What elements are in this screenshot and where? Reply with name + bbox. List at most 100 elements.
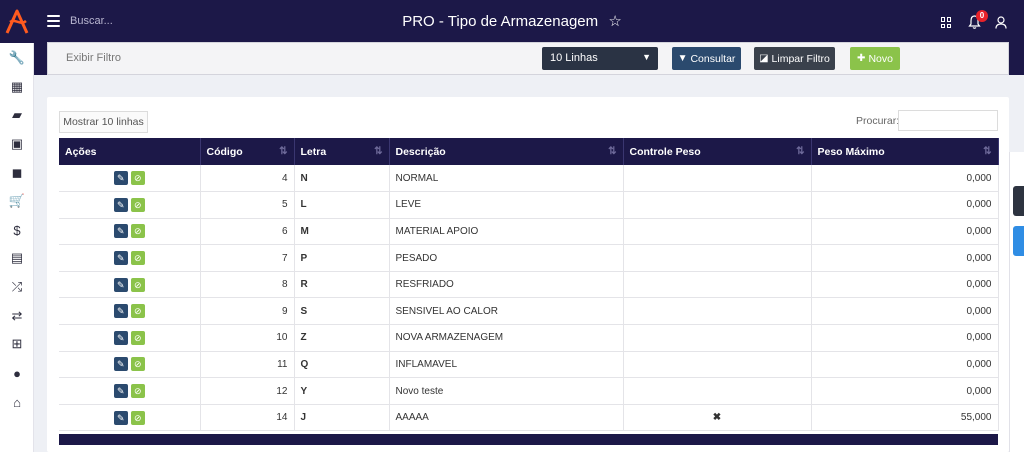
money-icon[interactable]: ▣	[6, 135, 28, 153]
table-row[interactable]: ✎ ⊘ 9 S SENSIVEL AO CALOR 0,000	[59, 297, 999, 326]
table-row[interactable]: ✎ ⊘ 8 R RESFRIADO 0,000	[59, 271, 999, 299]
basket-icon[interactable]: ⊞	[6, 335, 28, 353]
menu-toggle-icon[interactable]	[47, 15, 60, 27]
column-header-peso-maximo[interactable]: Peso Máximo ⇅	[811, 138, 999, 165]
cart-icon[interactable]: 🛒	[6, 192, 28, 210]
row-actions: ✎ ⊘	[59, 191, 201, 219]
briefcase-icon[interactable]: ◼	[6, 164, 28, 182]
sort-icon: ⇅	[279, 146, 288, 157]
cell-letra: S	[294, 297, 390, 326]
edit-pencil-icon[interactable]: ✎	[113, 410, 128, 425]
disable-icon[interactable]: ⊘	[130, 277, 145, 292]
disable-icon[interactable]: ⊘	[130, 357, 145, 372]
row-actions: ✎ ⊘	[59, 404, 201, 432]
retweet-icon[interactable]: ⇄	[6, 307, 28, 325]
disable-icon[interactable]: ⊘	[130, 384, 145, 399]
column-header-letra[interactable]: Letra ⇅	[294, 138, 390, 165]
table-row[interactable]: ✎ ⊘ 12 Y Novo teste 0,000	[59, 377, 999, 405]
cell-letra: N	[294, 165, 390, 193]
book-icon[interactable]: ▰	[6, 106, 28, 124]
cell-peso-maximo: 0,000	[811, 351, 999, 379]
sort-icon: ⇅	[608, 146, 617, 157]
edit-pencil-icon[interactable]: ✎	[113, 251, 128, 266]
cell-controle-peso	[623, 218, 812, 246]
cell-peso-maximo: 0,000	[811, 191, 999, 219]
disable-icon[interactable]: ⊘	[130, 330, 145, 345]
table-header-row: Ações Código ⇅ Letra ⇅ Descrição ⇅ Controle…	[59, 138, 999, 165]
dollar-icon[interactable]: $	[6, 221, 28, 239]
shuffle-icon[interactable]: ⤮	[6, 278, 28, 296]
edit-pencil-icon[interactable]: ✎	[113, 357, 128, 372]
new-button[interactable]: ✚ Novo	[850, 47, 900, 70]
filter-bar: Exibir Filtro 10 Linhas ▼ ▼ Consultar ◪ …	[47, 42, 1009, 75]
cell-letra: P	[294, 244, 390, 272]
table-search-input[interactable]	[898, 110, 998, 131]
cell-descricao: PESADO	[389, 244, 624, 272]
edit-pencil-icon[interactable]: ✎	[113, 384, 128, 399]
cell-descricao: Novo teste	[389, 377, 624, 405]
home-icon[interactable]: ⌂	[6, 393, 28, 411]
edit-pencil-icon[interactable]: ✎	[113, 224, 128, 239]
edit-pencil-icon[interactable]: ✎	[113, 330, 128, 345]
cell-peso-maximo: 0,000	[811, 244, 999, 272]
cell-peso-maximo: 0,000	[811, 377, 999, 405]
cell-codigo: 8	[200, 271, 295, 299]
edit-pencil-icon[interactable]: ✎	[113, 171, 128, 186]
cell-codigo: 9	[200, 297, 295, 326]
apps-grid-icon[interactable]	[941, 17, 952, 28]
disable-icon[interactable]: ⊘	[130, 410, 145, 425]
disable-icon[interactable]: ⊘	[130, 171, 145, 186]
table-row[interactable]: ✎ ⊘ 4 N NORMAL 0,000	[59, 165, 999, 193]
wrench-icon[interactable]: 🔧	[6, 49, 28, 67]
plus-icon: ✚	[857, 53, 866, 64]
consultar-button[interactable]: ▼ Consultar	[672, 47, 741, 70]
app-logo[interactable]	[0, 0, 34, 43]
global-search-input[interactable]	[70, 11, 270, 31]
table-icon[interactable]: ▤	[6, 249, 28, 267]
sort-icon: ⇅	[983, 146, 992, 157]
row-actions: ✎ ⊘	[59, 297, 201, 326]
notification-badge: 0	[976, 10, 988, 22]
user-account-icon[interactable]	[995, 16, 1007, 29]
show-filter-link[interactable]: Exibir Filtro	[66, 52, 121, 64]
column-header-controle-peso[interactable]: Controle Peso ⇅	[623, 138, 812, 165]
disable-icon[interactable]: ⊘	[130, 224, 145, 239]
show-lines-button[interactable]: Mostrar 10 linhas	[59, 111, 148, 133]
row-actions: ✎ ⊘	[59, 244, 201, 272]
edit-pencil-icon[interactable]: ✎	[113, 277, 128, 292]
edit-pencil-icon[interactable]: ✎	[113, 304, 128, 319]
table-row[interactable]: ✎ ⊘ 5 L LEVE 0,000	[59, 191, 999, 219]
column-header-codigo[interactable]: Código ⇅	[200, 138, 295, 165]
favorite-star-icon[interactable]: ☆	[608, 12, 621, 30]
table-row[interactable]: ✎ ⊘ 10 Z NOVA ARMAZENAGEM 0,000	[59, 324, 999, 352]
cell-peso-maximo: 55,000	[811, 404, 999, 432]
lines-per-page-select[interactable]: 10 Linhas ▼	[542, 47, 658, 70]
edit-pencil-icon[interactable]: ✎	[113, 197, 128, 212]
cell-descricao: MATERIAL APOIO	[389, 218, 624, 246]
disable-icon[interactable]: ⊘	[130, 304, 145, 319]
table-row[interactable]: ✎ ⊘ 14 J AAAAA ✖ 55,000	[59, 404, 999, 432]
table-body: ✎ ⊘ 4 N NORMAL 0,000 ✎ ⊘ 5 L LEVE 0,000 ✎ ⊘ 6 M MATERIAL…	[59, 165, 999, 432]
table-row[interactable]: ✎ ⊘ 6 M MATERIAL APOIO 0,000	[59, 218, 999, 246]
cell-controle-peso	[623, 351, 812, 379]
clear-filter-button[interactable]: ◪ Limpar Filtro	[754, 47, 835, 70]
cell-peso-maximo: 0,000	[811, 297, 999, 326]
logo-icon	[5, 9, 29, 34]
side-panel-tab-blue[interactable]	[1013, 226, 1024, 256]
cell-peso-maximo: 0,000	[811, 324, 999, 352]
table-row[interactable]: ✎ ⊘ 7 P PESADO 0,000	[59, 244, 999, 272]
calculator-icon[interactable]: ▦	[6, 78, 28, 96]
row-actions: ✎ ⊘	[59, 218, 201, 246]
user-icon[interactable]: ●	[6, 364, 28, 382]
cell-controle-peso: ✖	[623, 404, 812, 432]
side-panel-tab-dark[interactable]	[1013, 186, 1024, 216]
column-header-descricao[interactable]: Descrição ⇅	[389, 138, 624, 165]
cell-letra: L	[294, 191, 390, 219]
cell-letra: J	[294, 404, 390, 432]
disable-icon[interactable]: ⊘	[130, 251, 145, 266]
chevron-down-icon: ▼	[642, 52, 651, 62]
disable-icon[interactable]: ⊘	[130, 197, 145, 212]
consultar-label: Consultar	[690, 52, 736, 65]
table-row[interactable]: ✎ ⊘ 11 Q INFLAMAVEL 0,000	[59, 351, 999, 379]
storage-type-table: Ações Código ⇅ Letra ⇅ Descrição ⇅ Controle…	[59, 138, 999, 432]
